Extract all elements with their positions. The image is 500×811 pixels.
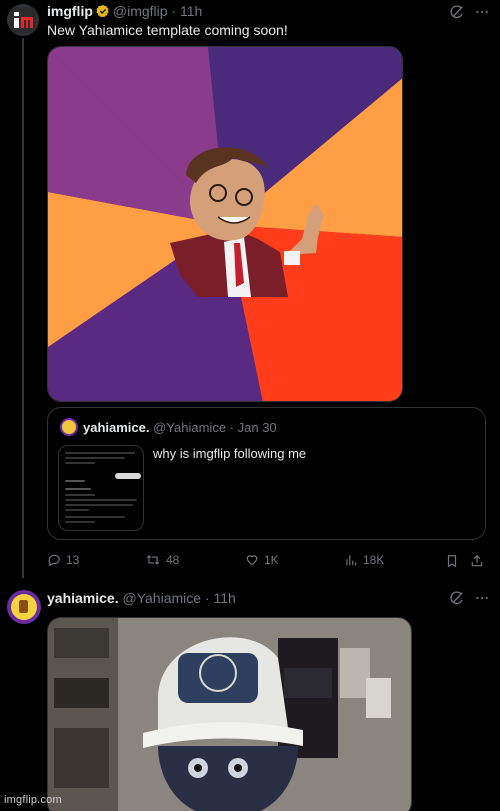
imgflip-watermark: imgflip.com — [4, 794, 62, 806]
like-count: 1K — [264, 553, 279, 567]
quoted-timestamp[interactable]: · Jan 30 — [230, 420, 277, 435]
tweet1-handle[interactable]: @imgflip — [113, 3, 168, 19]
meme-image-artwork — [48, 47, 402, 401]
reply-icon — [48, 554, 60, 567]
more-options-icon[interactable] — [474, 590, 490, 606]
quoted-author-name[interactable]: yahiamice. — [83, 420, 150, 435]
share-icon[interactable] — [470, 554, 484, 568]
grok-icon[interactable] — [449, 590, 465, 606]
reply-button[interactable]: 13 — [47, 553, 79, 567]
tweet1-image[interactable] — [47, 46, 403, 402]
views-count: 18K — [363, 553, 385, 567]
views-button[interactable]: 18K — [344, 553, 384, 567]
heart-icon — [246, 555, 258, 566]
quoted-screenshot-thumbnail[interactable] — [58, 445, 144, 531]
quoted-author-avatar[interactable] — [60, 418, 78, 436]
more-options-icon[interactable] — [474, 4, 490, 20]
grok-icon[interactable] — [449, 4, 465, 20]
thread-connector-line — [22, 38, 24, 578]
quoted-tweet-header: yahiamice. @Yahiamice · Jan 30 — [83, 420, 277, 435]
photo-artwork — [48, 618, 411, 811]
quoted-tweet-text: why is imgflip following me — [153, 446, 307, 461]
tweet2-header: yahiamice. @Yahiamice · 11h — [47, 590, 236, 606]
views-chart-icon — [346, 555, 357, 566]
tweet1-header: imgflip @imgflip · 11h — [47, 3, 202, 19]
tweet2-author-name[interactable]: yahiamice. — [47, 590, 119, 606]
imgflip-avatar[interactable] — [7, 4, 39, 36]
bookmark-icon[interactable] — [445, 554, 459, 568]
repost-count: 48 — [166, 553, 180, 567]
tweet2-timestamp[interactable]: · 11h — [205, 590, 236, 606]
verified-badge-icon — [96, 4, 109, 18]
tweet2-handle[interactable]: @Yahiamice — [123, 590, 202, 606]
tweet1-author-name[interactable]: imgflip — [47, 3, 93, 19]
tweet1-timestamp[interactable]: · 11h — [171, 3, 202, 19]
imgflip-logo — [10, 7, 36, 33]
repost-icon — [146, 555, 160, 565]
repost-button[interactable]: 48 — [145, 553, 179, 567]
tweet1-text: New Yahiamice template coming soon! — [47, 22, 288, 38]
tweet1-action-bar: 13 48 1K 18K — [47, 553, 487, 571]
reply-count: 13 — [66, 553, 80, 567]
like-button[interactable]: 1K — [245, 553, 279, 567]
quoted-author-handle[interactable]: @Yahiamice — [153, 420, 226, 435]
tweet2-image[interactable] — [47, 617, 412, 811]
yahiamice-avatar[interactable] — [7, 590, 41, 624]
quoted-tweet[interactable]: yahiamice. @Yahiamice · Jan 30 why is im… — [47, 407, 486, 540]
